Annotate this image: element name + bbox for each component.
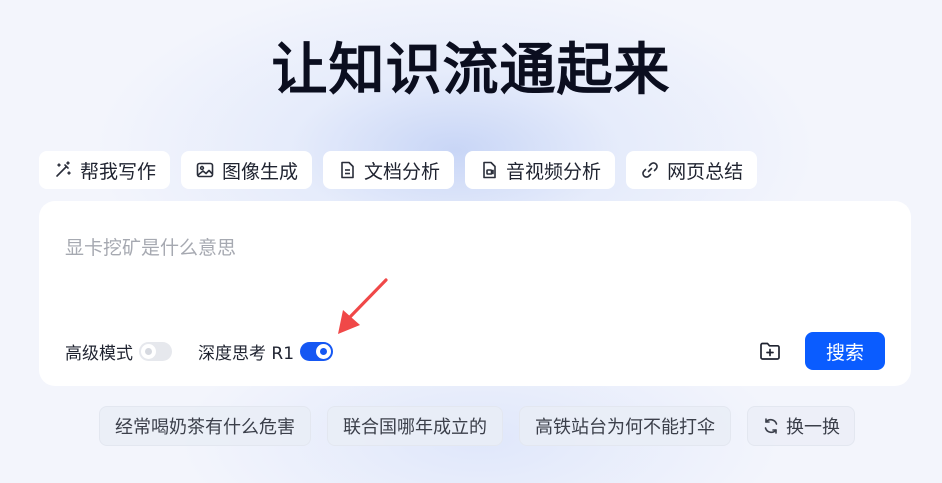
- tool-writing-label: 帮我写作: [80, 160, 157, 183]
- deep-think-label: 深度思考 R1: [198, 344, 295, 364]
- deep-think-mode: 深度思考 R1: [198, 339, 334, 364]
- toggle-knob: [316, 344, 332, 359]
- suggestion-list: 经常喝奶茶有什么危害 联合国哪年成立的 高铁站台为何不能打伞 换一换: [99, 406, 855, 446]
- advanced-mode-toggle[interactable]: [139, 342, 172, 361]
- search-button[interactable]: 搜索: [805, 332, 885, 370]
- tool-doc-analysis[interactable]: 文档分析: [323, 151, 455, 189]
- tool-doc-analysis-label: 文档分析: [364, 160, 441, 183]
- toggle-knob: [141, 344, 156, 359]
- image-icon: [195, 160, 215, 180]
- refresh-label: 换一换: [786, 417, 840, 438]
- advanced-mode-label: 高级模式: [65, 344, 133, 364]
- link-icon: [640, 160, 660, 180]
- suggestion-chip[interactable]: 联合国哪年成立的: [327, 406, 503, 446]
- suggestion-chip[interactable]: 高铁站台为何不能打伞: [519, 406, 731, 446]
- upload-file-button[interactable]: [757, 338, 783, 364]
- advanced-mode: 高级模式: [65, 339, 172, 364]
- deep-think-toggle[interactable]: [300, 342, 334, 361]
- tool-web-summary[interactable]: 网页总结: [626, 151, 758, 189]
- search-card: 高级模式 深度思考 R1 搜索: [39, 201, 911, 386]
- tool-image-gen[interactable]: 图像生成: [181, 151, 313, 189]
- refresh-icon: [762, 417, 780, 435]
- media-file-icon: [479, 160, 499, 180]
- search-input[interactable]: [65, 231, 885, 265]
- annotation-arrow-icon: [338, 278, 388, 334]
- suggestion-chip[interactable]: 经常喝奶茶有什么危害: [99, 406, 311, 446]
- tool-media-analysis-label: 音视频分析: [506, 160, 602, 183]
- magic-wand-icon: [53, 160, 73, 180]
- document-icon: [337, 160, 357, 180]
- tool-web-summary-label: 网页总结: [667, 160, 744, 183]
- page-headline: 让知识流通起来: [271, 38, 671, 103]
- refresh-suggestions-button[interactable]: 换一换: [747, 406, 855, 446]
- folder-plus-icon: [758, 339, 782, 363]
- tool-image-gen-label: 图像生成: [222, 160, 299, 183]
- tool-bar: 帮我写作 图像生成 文档分析 音视频分析 网页总结: [39, 151, 758, 189]
- tool-media-analysis[interactable]: 音视频分析: [465, 151, 616, 189]
- tool-writing[interactable]: 帮我写作: [39, 151, 171, 189]
